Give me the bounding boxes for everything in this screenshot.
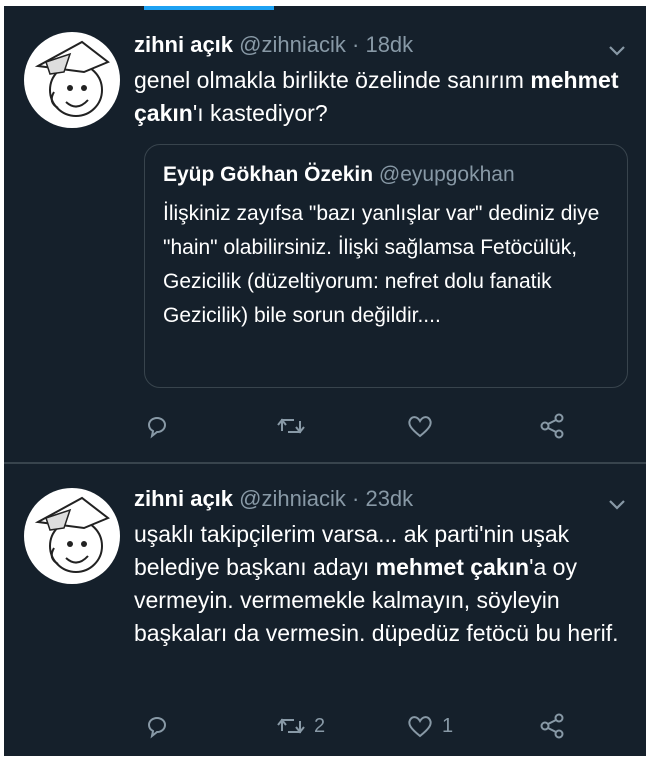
heart-icon [408, 716, 432, 738]
timestamp[interactable]: 23dk [365, 486, 413, 511]
tweet-actions: 2 1 [144, 708, 624, 744]
tweet[interactable]: zihni açık @zihniacik · 23dk uşaklı taki… [4, 464, 646, 756]
tweet-header: zihni açık @zihniacik · 23dk [134, 486, 413, 512]
author-handle[interactable]: @zihniacik [239, 486, 346, 511]
like-button[interactable]: 1 [406, 708, 453, 744]
chevron-down-icon[interactable] [608, 40, 626, 63]
like-button[interactable] [406, 408, 442, 444]
quoted-author-handle: @eyupgokhan [378, 163, 515, 186]
avatar[interactable] [24, 488, 120, 584]
heart-icon [408, 416, 432, 438]
retweet-button[interactable] [276, 408, 314, 444]
retweet-icon [277, 418, 305, 434]
reply-icon [147, 417, 166, 439]
timestamp[interactable]: 18dk [365, 32, 413, 57]
timeline: zihni açık @zihniacik · 18dk genel olmak… [4, 6, 646, 756]
retweet-button[interactable]: 2 [276, 708, 325, 744]
tweet-text-part: 'ı kastediyor? [192, 100, 328, 126]
reply-icon [147, 717, 166, 739]
tweet-actions [144, 408, 624, 444]
author-name[interactable]: zihni açık [134, 486, 233, 511]
share-button[interactable] [538, 408, 574, 444]
tweet[interactable]: zihni açık @zihniacik · 18dk genel olmak… [4, 6, 646, 462]
tweet-header: zihni açık @zihniacik · 18dk [134, 32, 413, 58]
retweet-count: 2 [314, 714, 326, 737]
avatar[interactable] [24, 32, 120, 128]
reply-button[interactable] [144, 708, 178, 744]
tweet-text-bold: mehmet çakın [375, 554, 530, 580]
author-name[interactable]: zihni açık [134, 32, 233, 57]
chevron-down-icon[interactable] [608, 494, 626, 517]
quoted-tweet[interactable]: Eyüp Gökhan Özekin @eyupgokhan İlişkiniz… [144, 144, 628, 388]
share-button[interactable] [538, 708, 574, 744]
reply-button[interactable] [144, 408, 178, 444]
quoted-tweet-header: Eyüp Gökhan Özekin @eyupgokhan [163, 163, 515, 187]
author-handle[interactable]: @zihniacik [239, 32, 346, 57]
avatar-cartoon-icon [34, 40, 110, 117]
tweet-text: genel olmakla birlikte özelinde sanırım … [134, 64, 624, 130]
tweet-text: uşaklı takipçilerim varsa... ak parti'ni… [134, 518, 624, 650]
retweet-icon [277, 718, 305, 734]
tweet-text-part: genel olmakla birlikte özelinde sanırım [134, 67, 531, 93]
quoted-author-name: Eyüp Gökhan Özekin [163, 163, 374, 186]
separator-dot: · [352, 486, 360, 511]
share-icon [540, 413, 564, 439]
separator-dot: · [352, 32, 360, 57]
like-count: 1 [442, 714, 454, 737]
avatar-cartoon-icon [34, 496, 110, 573]
quoted-tweet-text: İlişkiniz zayıfsa "bazı yanlışlar var" d… [163, 202, 600, 327]
share-icon [540, 713, 564, 739]
